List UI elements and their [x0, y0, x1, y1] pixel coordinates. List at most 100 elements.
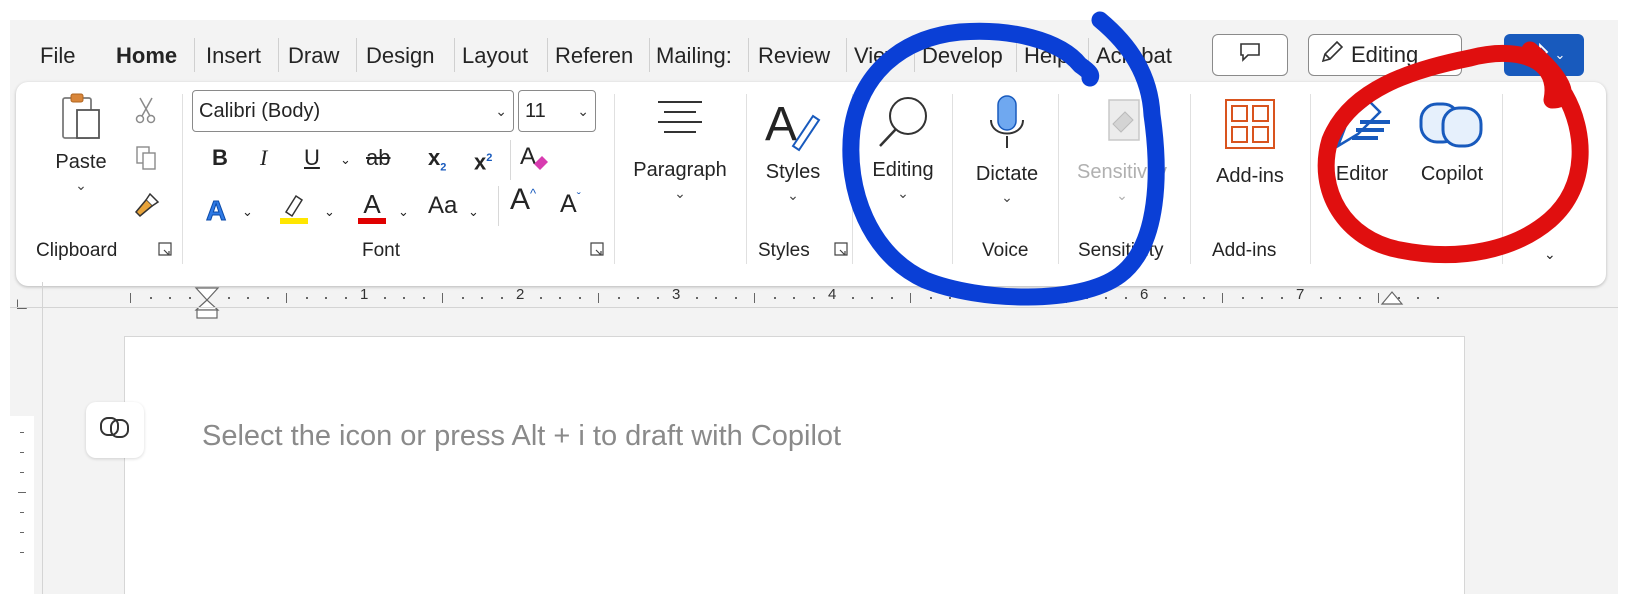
ruler-dot	[149, 297, 152, 299]
chevron-down-icon[interactable]: ⌄	[340, 146, 351, 174]
vertical-ruler-divider	[42, 282, 43, 594]
tab-references[interactable]: Referen	[555, 42, 647, 70]
tab-design[interactable]: Design	[366, 42, 446, 70]
editing-mode-button[interactable]: Editing	[1308, 34, 1462, 76]
ruler-number: 2	[516, 286, 525, 303]
editor-pen-icon	[1332, 98, 1392, 157]
subscript-button[interactable]: x2	[428, 144, 446, 181]
ruler-number: 5	[984, 286, 993, 303]
ruler-dot	[617, 297, 620, 299]
ruler-dot	[422, 297, 425, 299]
chevron-down-icon[interactable]: ⌄	[398, 198, 409, 226]
clear-formatting-button[interactable]: A	[518, 142, 552, 179]
ruler-number: 7	[1296, 286, 1305, 303]
tab-selector-icon[interactable]: ∟	[14, 296, 30, 314]
group-separator	[1310, 94, 1311, 264]
italic-button[interactable]: I	[260, 144, 267, 172]
strikethrough-button[interactable]: ab	[366, 144, 390, 172]
copilot-button[interactable]: Copilot	[1406, 98, 1498, 186]
ruler-dot	[1358, 297, 1361, 299]
add-ins-button[interactable]: Add-ins	[1200, 96, 1300, 188]
tab-view[interactable]: View	[854, 42, 906, 70]
ruler-dot	[812, 297, 815, 299]
tab-separator	[454, 38, 455, 72]
ruler-half-tick	[598, 293, 599, 303]
paste-button[interactable]: Paste ⌄	[46, 90, 116, 192]
shrink-font-button[interactable]: Aˇ	[560, 190, 581, 218]
tab-acrobat[interactable]: Acrobat	[1096, 42, 1182, 70]
share-icon	[1523, 42, 1549, 69]
text-effects-icon: A	[204, 195, 234, 230]
chevron-down-icon[interactable]: ⌄	[468, 198, 479, 226]
text-effects-button[interactable]: A	[204, 194, 234, 231]
horizontal-ruler[interactable]: 1 2 3 4 5 6 7	[44, 286, 1618, 319]
group-separator	[746, 94, 747, 264]
editing-button[interactable]: Editing ⌄	[858, 92, 948, 200]
tab-mailings[interactable]: Mailing:	[656, 42, 742, 70]
sensitivity-button[interactable]: Sensitivity ⌄	[1066, 94, 1178, 202]
ruler-half-tick	[286, 293, 287, 303]
microphone-icon	[985, 92, 1029, 159]
copy-button[interactable]	[134, 144, 158, 177]
share-button[interactable]: ⌄	[1504, 34, 1584, 76]
group-separator	[614, 94, 615, 264]
word-window: File Home Insert Draw Design Layout Refe…	[10, 20, 1618, 594]
add-ins-group-label: Add-ins	[1212, 240, 1277, 261]
cut-button[interactable]	[134, 96, 158, 129]
font-group-label: Font	[362, 240, 401, 261]
chevron-down-icon: ⌄	[577, 103, 589, 119]
editor-button[interactable]: Editor	[1322, 98, 1402, 186]
font-size-combo[interactable]: 11 ⌄	[518, 90, 596, 132]
tab-review[interactable]: Review	[758, 42, 838, 70]
ruler-dot	[1241, 297, 1244, 299]
font-color-button[interactable]: A	[356, 190, 388, 224]
chevron-down-icon[interactable]: ⌄	[242, 198, 253, 226]
svg-text:A: A	[206, 195, 226, 226]
ruler-dot	[1163, 297, 1166, 299]
indent-marker-icon[interactable]	[194, 286, 220, 325]
font-name-combo[interactable]: Calibri (Body) ⌄	[192, 90, 514, 132]
paste-label: Paste	[55, 151, 107, 173]
paragraph-label: Paragraph	[633, 159, 727, 181]
styles-button[interactable]: A Styles ⌄	[758, 96, 828, 202]
tab-help[interactable]: Help	[1024, 42, 1084, 70]
copilot-draft-button[interactable]	[86, 402, 144, 458]
grow-font-letter: A	[510, 183, 531, 216]
tab-home[interactable]: Home	[116, 42, 184, 70]
group-separator	[1502, 94, 1503, 264]
tab-layout[interactable]: Layout	[462, 42, 540, 70]
ruler-dot	[266, 297, 269, 299]
document-page[interactable]	[124, 336, 1465, 594]
ruler-half-tick	[754, 293, 755, 303]
ruler-dot	[500, 297, 503, 299]
editing-label: Editing	[872, 159, 934, 181]
dictate-button[interactable]: Dictate ⌄	[962, 92, 1052, 204]
chevron-down-icon[interactable]: ⌄	[324, 198, 335, 226]
underline-button[interactable]: U	[304, 144, 320, 172]
chevron-down-icon: ⌄	[674, 185, 686, 201]
vertical-ruler[interactable]	[10, 416, 34, 594]
ruler-dot	[325, 297, 327, 299]
font-launcher-icon[interactable]	[590, 242, 604, 256]
bold-button[interactable]: B	[212, 144, 228, 172]
ruler-dot	[1339, 297, 1341, 299]
tab-separator	[547, 38, 548, 72]
grow-font-button[interactable]: A^	[510, 183, 536, 216]
clipboard-launcher-icon[interactable]	[158, 242, 172, 256]
tab-developer[interactable]: Develop	[922, 42, 1010, 70]
tab-draw[interactable]: Draw	[288, 42, 348, 70]
ruler-half-tick	[1222, 293, 1223, 303]
ribbon-tab-bar: File Home Insert Draw Design Layout Refe…	[10, 20, 1618, 82]
superscript-mark: 2	[486, 152, 493, 164]
collapse-ribbon-icon[interactable]: ⌄	[1544, 246, 1556, 263]
tab-insert[interactable]: Insert	[206, 42, 272, 70]
superscript-button[interactable]: x2	[474, 144, 492, 176]
styles-launcher-icon[interactable]	[834, 242, 848, 256]
highlight-button[interactable]	[278, 190, 310, 231]
dictate-label: Dictate	[975, 163, 1039, 185]
format-painter-button[interactable]	[132, 192, 160, 225]
change-case-button[interactable]: Aa	[428, 192, 457, 220]
paragraph-button[interactable]: Paragraph ⌄	[618, 98, 742, 200]
comments-button[interactable]	[1212, 34, 1288, 76]
tab-file[interactable]: File	[40, 42, 80, 70]
